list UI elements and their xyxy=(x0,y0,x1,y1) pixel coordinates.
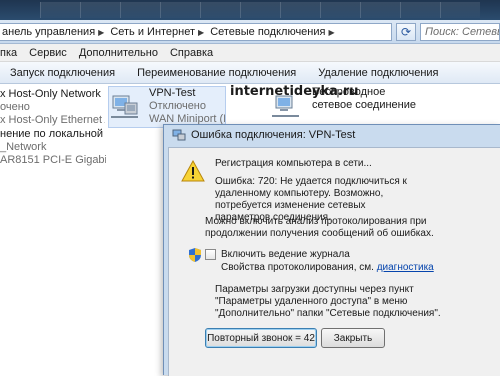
breadcrumb-network-internet[interactable]: Сеть и Интернет xyxy=(110,26,195,38)
taskbar-button[interactable] xyxy=(240,2,280,18)
network-icon xyxy=(172,129,186,141)
dialog-title: Ошибка подключения: VPN-Test xyxy=(191,129,356,141)
close-button[interactable]: Закрыть xyxy=(321,328,385,348)
dialog-body: Регистрация компьютера в сети... Ошибка:… xyxy=(168,147,500,376)
taskbar-top xyxy=(0,0,500,20)
analysis-text: Можно включить анализ протоколирования п… xyxy=(205,216,434,239)
chevron-right-icon[interactable]: ▶ xyxy=(198,28,204,37)
connection-device: AR8151 PCI-E Gigabit Eth... xyxy=(0,154,106,166)
diagnostics-link[interactable]: диагностика xyxy=(377,262,434,273)
warning-icon xyxy=(181,160,205,182)
refresh-button[interactable]: ⟳ xyxy=(396,23,416,41)
connection-item-host-only[interactable]: x Host-Only Network очено x Host-Only Et… xyxy=(0,88,105,127)
connection-device: x Host-Only Ethernet Ad... xyxy=(0,114,105,126)
connection-name: x Host-Only Network xyxy=(0,88,101,100)
refresh-icon: ⟳ xyxy=(400,25,412,39)
taskbar-button[interactable] xyxy=(400,2,440,18)
logging-properties-text: Свойства протоколирования, см. диагности… xyxy=(221,262,481,274)
taskbar-button[interactable] xyxy=(40,2,80,18)
error-dialog: Ошибка подключения: VPN-Test Регистрация… xyxy=(163,124,500,376)
parameters-text: Параметры загрузки доступны через пункт … xyxy=(215,284,441,319)
rename-connection-button[interactable]: Переименование подключения xyxy=(126,67,307,79)
breadcrumb-control-panel[interactable]: анель управления xyxy=(2,26,95,38)
command-toolbar: Запуск подключения Переименование подклю… xyxy=(0,62,500,84)
breadcrumb[interactable]: анель управления ▶ Сеть и Интернет ▶ Сет… xyxy=(0,23,392,41)
taskbar-button[interactable] xyxy=(280,2,320,18)
redial-button[interactable]: Повторный звонок = 42 xyxy=(205,328,317,348)
status-line: Регистрация компьютера в сети... xyxy=(215,158,372,169)
connection-item-lan[interactable]: нение по локальной сети _Network AR8151 … xyxy=(0,128,106,167)
connection-status: Отключено xyxy=(149,100,206,112)
taskbar-button[interactable] xyxy=(320,2,360,18)
breadcrumb-network-connections[interactable]: Сетевые подключения xyxy=(210,26,325,38)
checkbox-label[interactable]: Включить ведение журнала xyxy=(221,249,461,261)
taskbar-button[interactable] xyxy=(80,2,120,18)
shield-icon xyxy=(189,248,201,262)
connection-name: VPN-Test xyxy=(149,87,196,99)
watermark-text: internetideyka.ru xyxy=(230,84,359,99)
chevron-right-icon[interactable]: ▶ xyxy=(98,28,104,37)
taskbar-button[interactable] xyxy=(360,2,400,18)
dialog-titlebar[interactable]: Ошибка подключения: VPN-Test xyxy=(164,125,500,145)
connection-status: _Network xyxy=(0,141,47,153)
network-connection-icon xyxy=(111,95,138,118)
enable-logging-checkbox[interactable] xyxy=(205,249,216,260)
taskbar-button[interactable] xyxy=(440,2,480,18)
address-bar: анель управления ▶ Сеть и Интернет ▶ Сет… xyxy=(0,20,500,44)
taskbar-button[interactable] xyxy=(120,2,160,18)
taskbar-button[interactable] xyxy=(160,2,200,18)
menu-tools[interactable]: Сервис xyxy=(23,47,73,59)
menu-file[interactable]: пка xyxy=(0,47,23,59)
connection-status: очено xyxy=(0,101,30,113)
chevron-right-icon[interactable]: ▶ xyxy=(328,28,334,37)
taskbar-button[interactable] xyxy=(200,2,240,18)
delete-connection-button[interactable]: Удаление подключения xyxy=(307,67,449,79)
menu-help[interactable]: Справка xyxy=(164,47,219,59)
start-connection-button[interactable]: Запуск подключения xyxy=(0,67,126,79)
properties-text: Свойства протоколирования, см. xyxy=(221,262,374,273)
search-input[interactable]: Поиск: Сетевые п xyxy=(420,23,500,41)
menu-advanced[interactable]: Дополнительно xyxy=(73,47,164,59)
menu-bar: пка Сервис Дополнительно Справка xyxy=(0,44,500,62)
connection-item-vpn-test[interactable]: VPN-Test Отключено WAN Miniport (IKEv2) xyxy=(108,86,226,128)
connection-name: нение по локальной сети xyxy=(0,128,106,140)
